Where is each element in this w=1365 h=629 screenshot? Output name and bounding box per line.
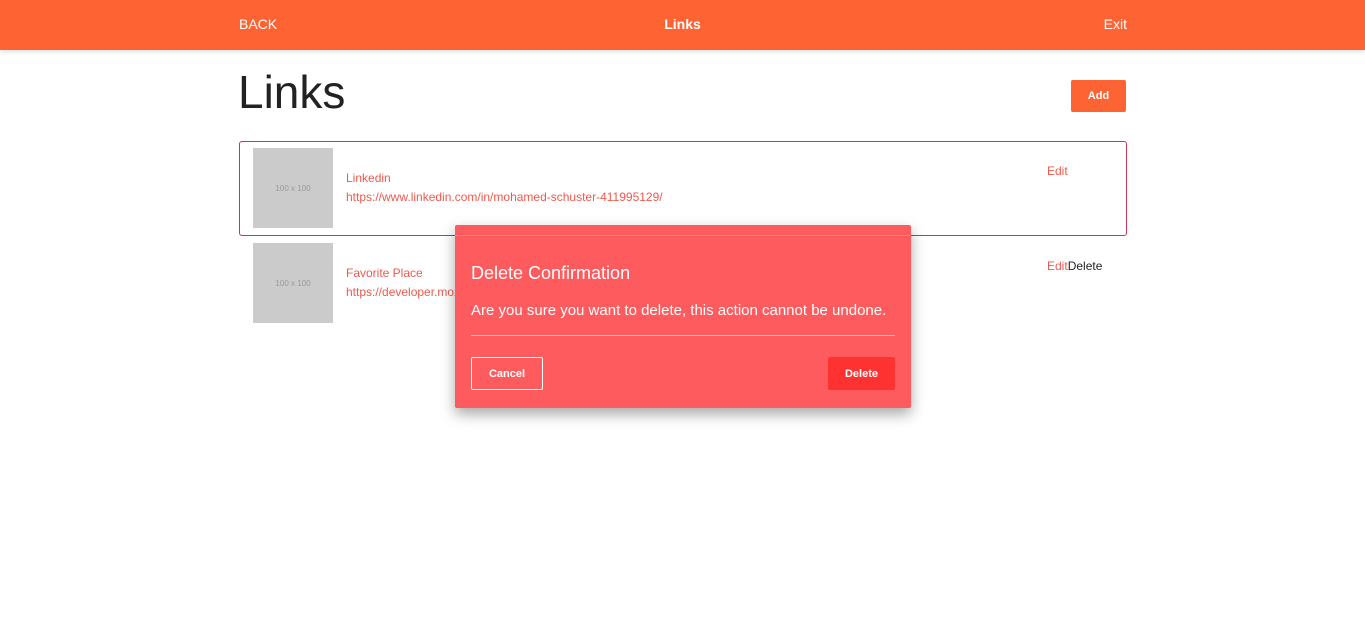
link-list-item[interactable]: 100 x 100 Linkedin https://www.linkedin.… — [239, 141, 1127, 236]
header-title: Links — [664, 16, 701, 32]
edit-link-button[interactable]: Edit — [1047, 259, 1068, 273]
delete-confirmation-dialog: Delete Confirmation Are you sure you wan… — [455, 225, 911, 408]
link-name[interactable]: Linkedin — [346, 171, 391, 185]
page-title: Links — [238, 66, 346, 118]
link-thumbnail: 100 x 100 — [253, 148, 333, 228]
dialog-divider — [471, 335, 895, 336]
top-navigation-bar: BACK Links Exit — [0, 0, 1365, 50]
delete-link-button[interactable]: Delete — [1068, 259, 1103, 273]
exit-button[interactable]: Exit — [1104, 16, 1127, 32]
back-button[interactable]: BACK — [239, 16, 277, 32]
cancel-button[interactable]: Cancel — [471, 357, 543, 390]
link-actions: EditDelete — [1047, 259, 1102, 273]
dialog-message: Are you sure you want to delete, this ac… — [471, 302, 887, 319]
link-thumbnail: 100 x 100 — [253, 243, 333, 323]
confirm-delete-button[interactable]: Delete — [828, 357, 895, 390]
link-url[interactable]: https://www.linkedin.com/in/mohamed-schu… — [346, 190, 663, 204]
link-actions: Edit — [1047, 164, 1068, 178]
add-link-button[interactable]: Add — [1071, 80, 1126, 112]
dialog-top-divider — [455, 235, 911, 236]
edit-link-button[interactable]: Edit — [1047, 164, 1068, 178]
link-name[interactable]: Favorite Place — [346, 266, 423, 280]
dialog-title: Delete Confirmation — [471, 263, 631, 283]
